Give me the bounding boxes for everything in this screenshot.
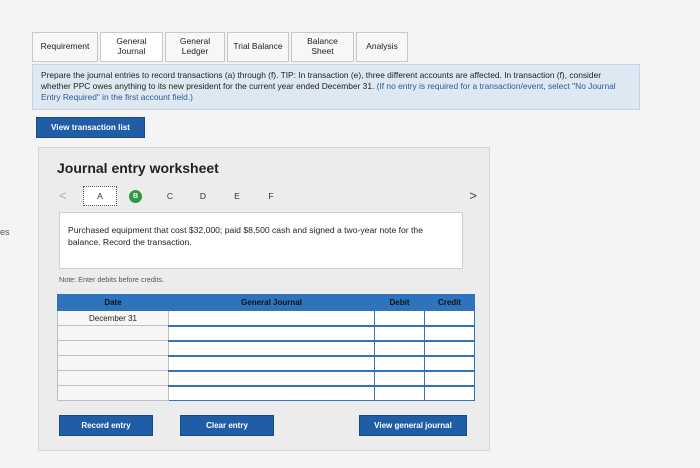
table-row	[57, 339, 475, 356]
debit-column-header: Debit	[374, 294, 425, 311]
date-cell	[57, 370, 169, 386]
view-general-journal-button[interactable]: View general journal	[359, 415, 467, 436]
account-input[interactable]	[168, 369, 375, 386]
account-input[interactable]	[168, 384, 375, 401]
pager-item-d[interactable]: D	[194, 188, 212, 204]
date-cell: December 31	[57, 310, 169, 326]
transaction-pager: < A B C D E F >	[55, 186, 479, 208]
pager-item-c[interactable]: C	[161, 188, 179, 204]
credit-input[interactable]	[424, 339, 475, 356]
general-journal-column-header: General Journal	[168, 294, 375, 311]
pager-item-e[interactable]: E	[228, 188, 246, 204]
debit-input[interactable]	[374, 384, 425, 401]
view-transaction-list-button[interactable]: View transaction list	[36, 117, 145, 138]
account-input[interactable]	[168, 310, 375, 326]
previous-arrow-icon[interactable]: <	[59, 188, 67, 203]
credit-input[interactable]	[424, 384, 475, 401]
tab-requirement[interactable]: Requirement	[32, 32, 98, 62]
debit-input[interactable]	[374, 324, 425, 341]
credit-input[interactable]	[424, 369, 475, 386]
tab-general-journal[interactable]: General Journal	[100, 32, 163, 62]
account-input[interactable]	[168, 354, 375, 371]
table-row	[57, 369, 475, 386]
date-cell	[57, 340, 169, 356]
debit-input[interactable]	[374, 369, 425, 386]
worksheet-title: Journal entry worksheet	[57, 160, 219, 176]
date-column-header: Date	[57, 294, 169, 311]
journal-entry-worksheet: Journal entry worksheet < A B C D E F > …	[38, 147, 490, 451]
table-row: December 31	[57, 310, 475, 326]
debit-credit-note: Note: Enter debits before credits.	[59, 275, 165, 284]
table-row	[57, 384, 475, 401]
credit-input[interactable]	[424, 310, 475, 326]
tab-analysis[interactable]: Analysis	[356, 32, 408, 62]
credit-input[interactable]	[424, 324, 475, 341]
tab-trial-balance[interactable]: Trial Balance	[227, 32, 289, 62]
record-entry-button[interactable]: Record entry	[59, 415, 153, 436]
pager-item-a[interactable]: A	[83, 186, 117, 206]
credit-input[interactable]	[424, 354, 475, 371]
pager-item-f[interactable]: F	[262, 188, 280, 204]
account-input[interactable]	[168, 339, 375, 356]
credit-column-header: Credit	[424, 294, 475, 311]
clear-entry-button[interactable]: Clear entry	[180, 415, 274, 436]
debit-input[interactable]	[374, 354, 425, 371]
tab-bar: Requirement General Journal General Ledg…	[32, 32, 410, 62]
transaction-description: Purchased equipment that cost $32,000; p…	[59, 212, 463, 269]
tab-balance-sheet[interactable]: Balance Sheet	[291, 32, 354, 62]
account-input[interactable]	[168, 324, 375, 341]
date-cell	[57, 355, 169, 371]
journal-table: Date General Journal Debit Credit Decemb…	[57, 294, 475, 401]
pager-item-b[interactable]: B	[129, 190, 142, 203]
table-row	[57, 354, 475, 371]
truncated-side-text: es	[0, 227, 10, 237]
next-arrow-icon[interactable]: >	[469, 188, 477, 203]
debit-input[interactable]	[374, 310, 425, 326]
debit-input[interactable]	[374, 339, 425, 356]
tab-general-ledger[interactable]: General Ledger	[165, 32, 225, 62]
table-row	[57, 324, 475, 341]
instructions-box: Prepare the journal entries to record tr…	[32, 64, 640, 110]
date-cell	[57, 325, 169, 341]
date-cell	[57, 385, 169, 401]
